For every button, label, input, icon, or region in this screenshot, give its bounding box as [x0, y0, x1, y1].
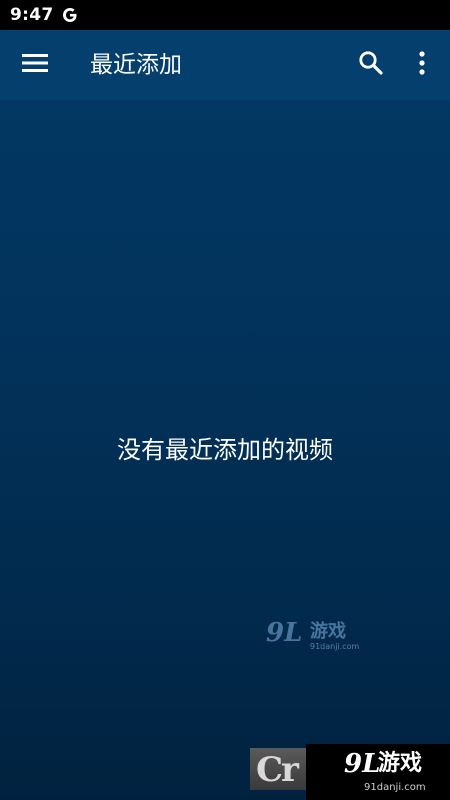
hamburger-menu-icon: [22, 53, 48, 77]
empty-state-message: 没有最近添加的视频: [117, 436, 333, 464]
navigation-menu-button[interactable]: [18, 48, 52, 82]
more-vert-icon: [418, 51, 426, 79]
search-button[interactable]: [354, 48, 388, 82]
google-g-icon: [61, 6, 79, 24]
page-title: 最近添加: [90, 52, 182, 78]
watermark-url: 91danji.com: [310, 642, 360, 651]
watermark-number: 9L: [266, 618, 303, 648]
app-bar: 最近添加: [0, 30, 450, 100]
watermark-logo-center: 9L 游戏 91danji.com: [266, 618, 360, 654]
status-bar: 9:47: [0, 0, 450, 30]
screen: 9:47 最近添加 没有最近添加的视频 9L 游戏 91danji.com Cr…: [0, 0, 450, 800]
watermark-url: 91danji.com: [364, 782, 426, 793]
watermark-logo-bottom-right: 9L 游戏 91danji.com: [306, 744, 450, 800]
watermark-badge-text: Cr: [256, 750, 299, 790]
watermark-number: 9L: [344, 749, 381, 779]
watermark-name: 游戏: [378, 751, 423, 776]
search-icon: [358, 50, 384, 80]
watermark-name: 游戏: [310, 621, 346, 642]
status-time: 9:47: [10, 5, 54, 25]
more-options-button[interactable]: [407, 48, 437, 82]
